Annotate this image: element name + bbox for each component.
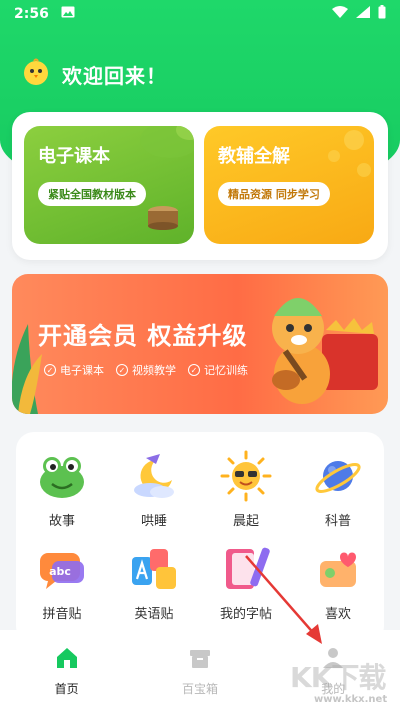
annotation-arrow bbox=[245, 555, 322, 644]
watermark-brand: KK下载 bbox=[290, 661, 386, 694]
watermark-url: www.kkx.net bbox=[314, 694, 388, 705]
watermark: KK下载 www.kkx.net bbox=[290, 656, 398, 706]
